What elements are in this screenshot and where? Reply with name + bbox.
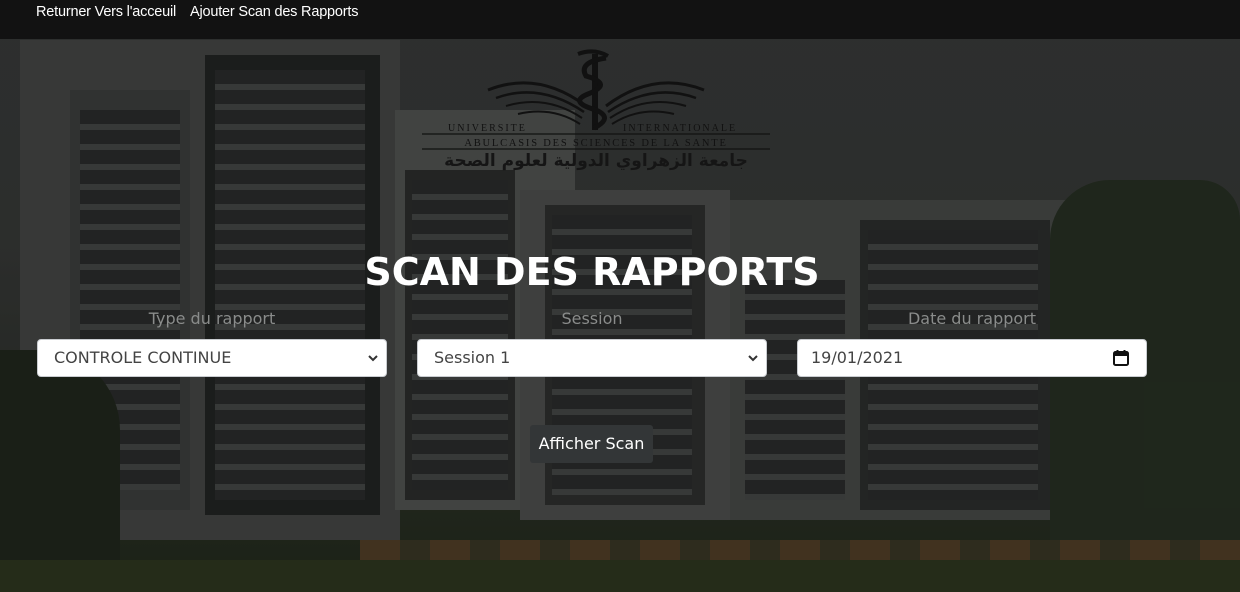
session-label: Session	[561, 309, 623, 328]
type-select-value: CONTROLE CONTINUE	[54, 348, 232, 367]
logo-text-abulcasis: ABULCASIS DES SCIENCES DE LA SANTE	[464, 138, 727, 149]
calendar-icon[interactable]	[1112, 349, 1130, 367]
logo-arabic-text: جامعة الزهراوي الدولية لعلوم الصحة	[444, 151, 748, 171]
afficher-scan-button[interactable]: Afficher Scan	[530, 425, 653, 463]
page-title: SCAN DES RAPPORTS	[364, 250, 820, 294]
nav-link-add-scan[interactable]: Ajouter Scan des Rapports	[190, 4, 358, 20]
date-input[interactable]: 19/01/2021	[797, 339, 1147, 377]
type-label: Type du rapport	[148, 309, 276, 328]
university-logo: UNIVERSITE INTERNATIONALE ABULCASIS DES …	[418, 48, 774, 178]
logo-text-universite: UNIVERSITE	[448, 123, 527, 134]
session-select-value: Session 1	[434, 348, 511, 367]
chevron-down-icon	[368, 355, 378, 362]
type-select[interactable]: CONTROLE CONTINUE	[37, 339, 387, 377]
nav-link-home[interactable]: Returner Vers l'acceuil	[36, 4, 176, 20]
chevron-down-icon	[748, 355, 758, 362]
logo-text-internationale: INTERNATIONALE	[623, 123, 737, 134]
date-label: Date du rapport	[907, 309, 1037, 328]
caduceus-book-emblem-icon: UNIVERSITE INTERNATIONALE ABULCASIS DES …	[422, 49, 770, 150]
date-input-value: 19/01/2021	[811, 348, 904, 367]
top-navbar: Returner Vers l'acceuil Ajouter Scan des…	[0, 0, 1240, 39]
session-select[interactable]: Session 1	[417, 339, 767, 377]
